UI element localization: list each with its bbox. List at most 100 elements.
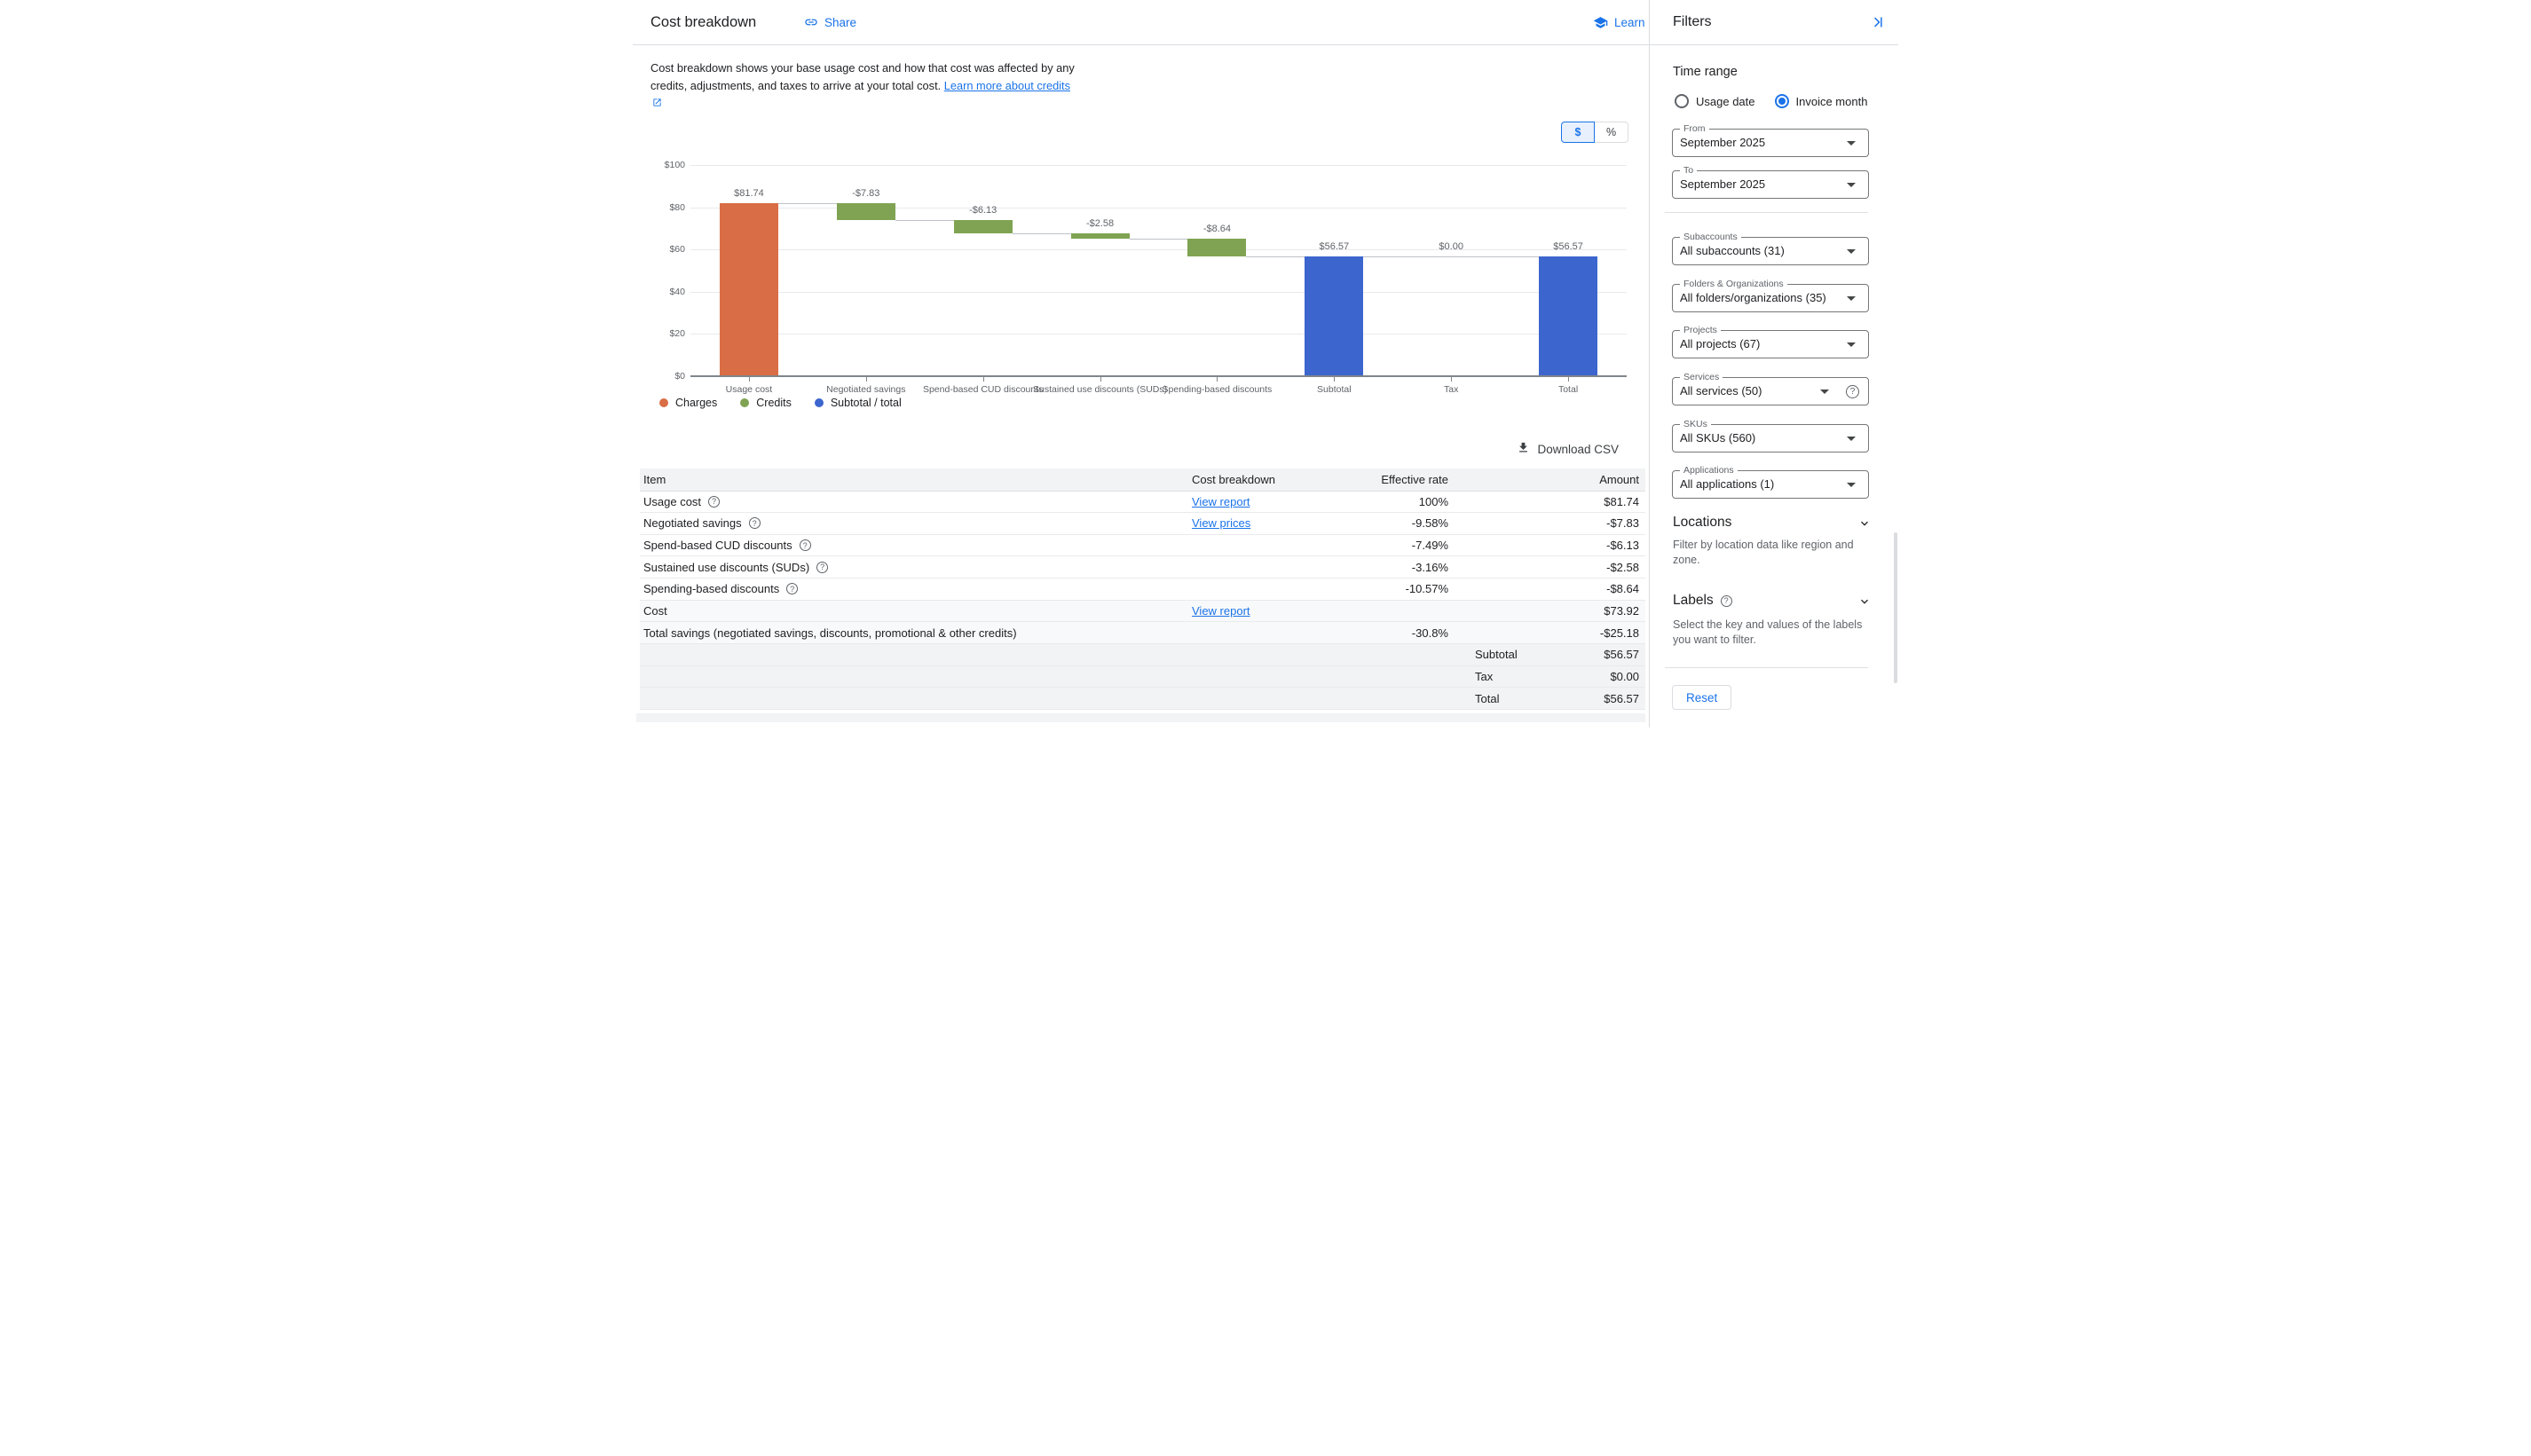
legend-swatch [659, 398, 668, 407]
waterfall-bar-spend-based-cud-discounts [954, 220, 1013, 233]
bar-value-label: $0.00 [1398, 241, 1504, 252]
legend-item: Subtotal / total [815, 397, 902, 409]
chevron-down-icon [1847, 183, 1856, 187]
x-axis-tick [1217, 377, 1218, 382]
x-axis-category-label: Total [1479, 384, 1657, 395]
help-icon[interactable]: ? [786, 583, 798, 594]
filters-panel: Filters Time range Usage date Invoice mo… [1649, 0, 1898, 728]
waterfall-bar-sustained-use-discounts-suds- [1071, 233, 1130, 239]
effective-rate-cell: -7.49% [1334, 539, 1448, 552]
item-label: Total savings (negotiated savings, disco… [643, 626, 1017, 640]
legend-swatch [815, 398, 824, 407]
connector-line [1246, 256, 1305, 257]
help-icon[interactable]: ? [749, 517, 761, 529]
filters-title: Filters [1673, 0, 1712, 44]
locations-heading: Locations [1673, 515, 1731, 531]
help-icon[interactable]: ? [816, 562, 828, 573]
help-icon[interactable]: ? [800, 539, 811, 551]
x-axis-tick [983, 377, 984, 382]
chevron-down-icon [1847, 437, 1856, 441]
labels-help-icon[interactable]: ? [1721, 595, 1732, 607]
labels-expand-icon[interactable] [1857, 594, 1872, 613]
radio-usage-date[interactable] [1675, 94, 1689, 108]
reset-button[interactable]: Reset [1672, 685, 1731, 710]
effective-rate-cell: -9.58% [1334, 516, 1448, 530]
item-label: Cost [643, 604, 667, 618]
bar-value-label: -$7.83 [813, 188, 919, 199]
download-csv-button[interactable]: Download CSV [1517, 441, 1619, 457]
table-row: Usage cost?View report100%$81.74 [640, 492, 1645, 514]
legend-item: Charges [659, 397, 717, 409]
services-help-icon[interactable]: ? [1846, 385, 1859, 398]
item-cell: Spend-based CUD discounts? [640, 539, 1192, 552]
chevron-down-icon [1847, 296, 1856, 301]
chevron-down-icon [1847, 249, 1856, 254]
filter-select-to[interactable]: ToSeptember 2025 [1672, 170, 1869, 199]
radio-invoice-month[interactable] [1775, 94, 1789, 108]
table-row: $56.57Subtotal [640, 644, 1645, 666]
waterfall-bar-total [1539, 256, 1597, 375]
filter-select-skus[interactable]: SKUsAll SKUs (560) [1672, 424, 1869, 453]
column-header-effective-rate: Effective rate [1334, 473, 1448, 486]
download-icon [1517, 441, 1530, 457]
section-divider [1665, 212, 1868, 213]
x-axis-tick [1568, 377, 1569, 382]
time-range-heading: Time range [1673, 65, 1738, 79]
view-report-link[interactable]: View report [1192, 495, 1250, 508]
gridline [690, 165, 1627, 166]
locations-expand-icon[interactable] [1857, 516, 1872, 535]
time-range-radio-group: Usage date Invoice month [1675, 94, 1867, 108]
filter-select-value: September 2025 [1680, 130, 1841, 156]
summary-label: Subtotal [1475, 644, 1518, 665]
chevron-down-icon [1847, 483, 1856, 487]
filter-select-from[interactable]: FromSeptember 2025 [1672, 129, 1869, 157]
x-axis-tick [1451, 377, 1452, 382]
bar-value-label: $81.74 [696, 188, 802, 199]
filter-select-applications[interactable]: ApplicationsAll applications (1) [1672, 470, 1869, 499]
filter-select-subaccounts[interactable]: SubaccountsAll subaccounts (31) [1672, 237, 1869, 265]
filter-select-services[interactable]: ServicesAll services (50)? [1672, 377, 1869, 405]
vertical-scrollbar[interactable] [1894, 532, 1897, 683]
view-prices-link[interactable]: View prices [1192, 516, 1250, 530]
labels-heading: Labels ? [1673, 593, 1732, 609]
view-report-link[interactable]: View report [1192, 604, 1250, 618]
column-header-item: Item [640, 473, 1192, 486]
amount-cell: -$8.64 [1448, 582, 1645, 595]
item-label: Spend-based CUD discounts [643, 539, 792, 552]
horizontal-scrollbar[interactable] [636, 713, 1645, 722]
cost-breakdown-page: Cost breakdown Share Learn Cost breakdow… [633, 0, 1898, 728]
legend-label: Charges [675, 397, 717, 409]
column-header-cost-breakdown: Cost breakdown [1192, 473, 1334, 486]
table-row: CostView report$73.92 [640, 601, 1645, 623]
radio-usage-date-label[interactable]: Usage date [1696, 95, 1755, 108]
table-row: $0.00Tax [640, 666, 1645, 689]
main-column: Cost breakdown Share Learn Cost breakdow… [633, 0, 1649, 728]
effective-rate-cell: -3.16% [1334, 561, 1448, 574]
collapse-panel-icon[interactable] [1870, 14, 1886, 35]
footer-divider [1665, 667, 1868, 668]
filter-select-value: All folders/organizations (35) [1680, 285, 1841, 311]
connector-line [778, 203, 837, 204]
gridline [690, 292, 1627, 293]
column-header-amount: Amount [1448, 473, 1645, 486]
filter-select-projects[interactable]: ProjectsAll projects (67) [1672, 330, 1869, 358]
filter-select-value: All SKUs (560) [1680, 425, 1841, 452]
y-axis-tick-label: $60 [642, 244, 685, 255]
filter-select-folders-organizations[interactable]: Folders & OrganizationsAll folders/organ… [1672, 284, 1869, 312]
connector-line [1363, 256, 1539, 257]
table-row: Spending-based discounts?-10.57%-$8.64 [640, 578, 1645, 601]
x-axis-tick [866, 377, 867, 382]
legend-label: Credits [756, 397, 792, 409]
radio-halo [1771, 91, 1796, 115]
waterfall-bar-spending-based-discounts [1187, 239, 1246, 257]
x-axis-tick [1334, 377, 1335, 382]
y-axis-tick-label: $40 [642, 287, 685, 297]
radio-invoice-month-label[interactable]: Invoice month [1796, 95, 1868, 108]
help-icon[interactable]: ? [708, 496, 720, 508]
breakdown-cell: View report [1192, 604, 1334, 618]
table-row: Total savings (negotiated savings, disco… [640, 622, 1645, 644]
bar-value-label: -$6.13 [930, 205, 1037, 216]
connector-line [1013, 233, 1071, 234]
table-row: Spend-based CUD discounts?-7.49%-$6.13 [640, 535, 1645, 557]
table-header-row: ItemCost breakdownEffective rateAmount [640, 468, 1645, 492]
